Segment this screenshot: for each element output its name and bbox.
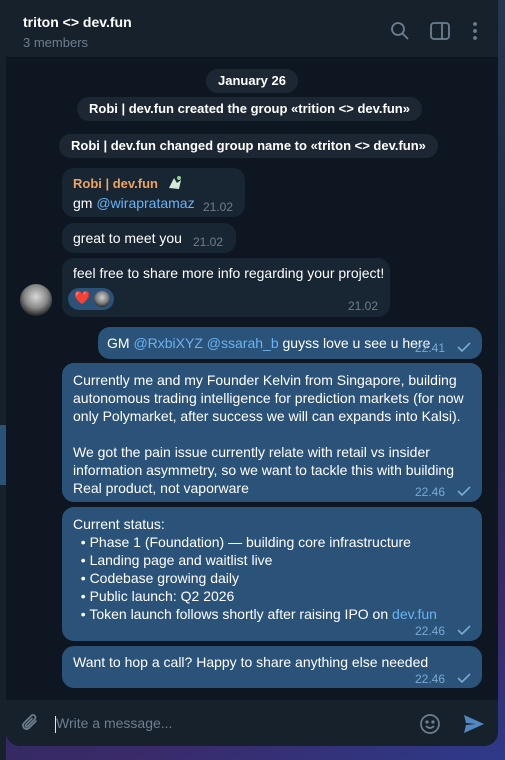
message-input[interactable] <box>56 712 396 734</box>
heart-reaction: ❤️ <box>74 290 91 305</box>
chat-title[interactable]: triton <> dev.fun <box>23 14 132 30</box>
outgoing-message[interactable]: GM @RxbiXYZ @ssarah_b guyss love u see u… <box>98 327 482 359</box>
message-line: • Codebase growing daily <box>73 570 239 586</box>
mention-link[interactable]: @RxbiXYZ <box>133 335 202 351</box>
search-icon[interactable] <box>389 20 411 42</box>
message-text-rest: guyss love u see u here <box>278 335 431 351</box>
message-time: 22.46 <box>415 624 446 638</box>
message-text-prefix: • Token launch follows shortly after rai… <box>73 606 393 622</box>
message-line: • Public launch: Q2 2026 <box>73 588 235 604</box>
message-time: 22.46 <box>415 485 446 499</box>
message-line: Real product, not vaporware <box>73 480 249 496</box>
message-line: Currently me and my Founder Kelvin from … <box>73 372 457 388</box>
chat-window: triton <> dev.fun 3 members January 26 R… <box>6 0 498 746</box>
message-line: • Landing page and waitlist live <box>73 552 273 568</box>
message-text-prefix: gm <box>73 195 97 211</box>
message-time: 21.02 <box>348 299 379 313</box>
message-text: gm @wirapratamaz <box>73 194 195 212</box>
outgoing-message[interactable]: Want to hop a call? Happy to share anyth… <box>62 646 482 688</box>
message-text-prefix: GM <box>107 335 134 351</box>
member-count[interactable]: 3 members <box>23 35 88 50</box>
message-line: only Polymarket, after success we will c… <box>73 408 461 424</box>
message-line: We got the pain issue currently relate w… <box>73 444 430 460</box>
sender-name[interactable]: Robi | dev.fun <box>73 175 158 193</box>
date-separator: January 26 <box>206 69 298 93</box>
incoming-message[interactable]: Robi | dev.fun gm @wirapratamaz 21.02 <box>62 168 245 217</box>
service-message: Robi | dev.fun changed group name to «tr… <box>59 134 438 158</box>
chat-header[interactable]: triton <> dev.fun 3 members <box>6 0 498 58</box>
message-text: Want to hop a call? Happy to share anyth… <box>73 654 429 670</box>
sender-avatar[interactable] <box>20 284 52 316</box>
dev-fun-link[interactable]: dev.fun <box>392 606 437 622</box>
message-list[interactable]: January 26 Robi | dev.fun created the gr… <box>6 58 498 688</box>
message-line: information asymmetry, so we want to tac… <box>73 462 455 478</box>
reaction-chip[interactable]: ❤️ <box>68 288 114 310</box>
check-icon <box>457 342 471 352</box>
mention-link[interactable]: @wirapratamaz <box>96 195 194 211</box>
check-icon <box>457 673 471 683</box>
reactor-avatar <box>94 291 110 307</box>
message-text: GM @RxbiXYZ @ssarah_b guyss love u see u… <box>107 334 430 352</box>
check-icon <box>457 625 471 635</box>
message-time: 21.02 <box>203 200 234 214</box>
outgoing-message[interactable]: Currently me and my Founder Kelvin from … <box>62 363 482 502</box>
message-text: great to meet you <box>73 230 182 246</box>
check-icon <box>457 486 471 496</box>
service-message: Robi | dev.fun created the group «tritio… <box>77 97 422 121</box>
message-line: Current status: <box>73 516 165 532</box>
message-line: autonomous trading intelligence for pred… <box>73 390 464 406</box>
mention-link[interactable]: @ssarah_b <box>207 335 279 351</box>
emoji-icon[interactable] <box>419 713 441 735</box>
message-text: feel free to share more info regarding y… <box>73 265 385 281</box>
more-vertical-icon[interactable] <box>464 20 486 42</box>
sidebar-toggle-icon[interactable] <box>429 20 451 42</box>
incoming-message[interactable]: feel free to share more info regarding y… <box>62 258 390 317</box>
message-line: • Token launch follows shortly after rai… <box>73 605 437 623</box>
incoming-message[interactable]: great to meet you 21.02 <box>62 223 236 253</box>
outgoing-message[interactable]: Current status: • Phase 1 (Foundation) —… <box>62 507 482 641</box>
paperclip-icon[interactable] <box>20 712 42 734</box>
message-line: • Phase 1 (Foundation) — building core i… <box>73 534 411 550</box>
message-time: 21.02 <box>193 235 224 249</box>
message-time: 22.41 <box>415 341 446 355</box>
send-icon[interactable] <box>462 713 486 735</box>
message-time: 22.46 <box>415 672 446 686</box>
sender-badge-icon <box>169 176 181 189</box>
message-composer <box>6 700 498 746</box>
